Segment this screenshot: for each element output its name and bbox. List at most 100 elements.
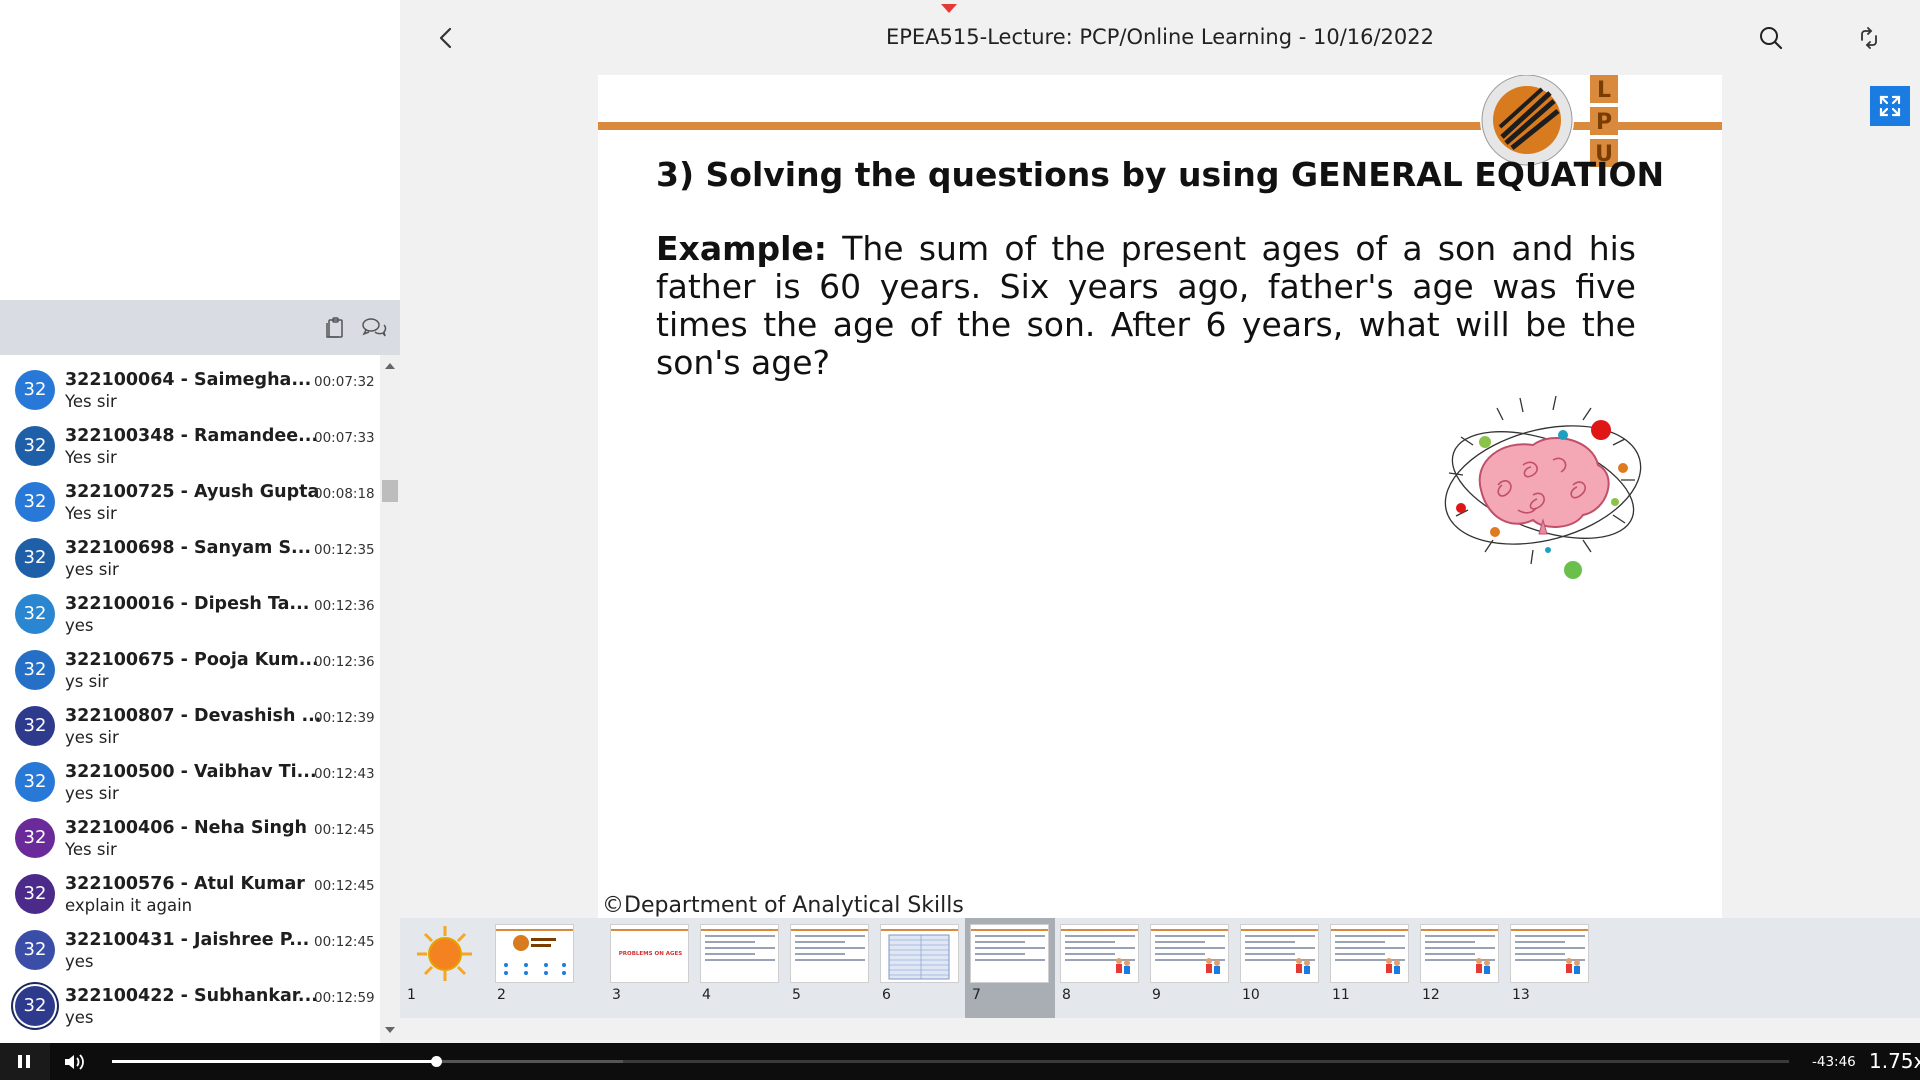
chat-message-text: Yes sir [65, 504, 117, 523]
chat-message-text: yes [65, 952, 94, 971]
seek-handle[interactable] [430, 1056, 442, 1067]
thumbnail-number: 6 [882, 987, 891, 1003]
chat-sender-name: 322100576 - Atul Kumar [65, 874, 305, 894]
chat-message-text: Yes sir [65, 840, 117, 859]
svg-text:P: P [1596, 110, 1612, 135]
chat-message: 32 322100576 - Atul Kumar 00:12:45 explain … [0, 871, 380, 927]
slide-thumbnail[interactable]: 11 [1325, 918, 1415, 1018]
slide-thumbnail[interactable]: 4 [695, 918, 785, 1018]
avatar: 32 [15, 986, 55, 1026]
thumbnail-image [700, 924, 779, 983]
chat-message-text: yes [65, 616, 94, 635]
slide-thumbnail[interactable]: 6 [875, 918, 965, 1018]
chat-timestamp: 00:12:59 [314, 990, 375, 1006]
rotate-icon [1861, 27, 1877, 49]
slide-footer: ©Department of Analytical Skills [602, 893, 964, 918]
slide-thumbnail[interactable]: 5 [785, 918, 875, 1018]
avatar: 32 [15, 874, 55, 914]
chat-scrollbar[interactable] [380, 355, 400, 1043]
fullscreen-button[interactable] [1870, 86, 1910, 126]
chat-message: 32 322100807 - Devashish ... 00:12:39 yes s… [0, 703, 380, 759]
chat-message: 32 322100016 - Dipesh Ta... 00:12:36 yes [0, 591, 380, 647]
volume-icon [65, 1054, 84, 1070]
playback-speed[interactable]: 1.75x [1869, 1049, 1920, 1073]
avatar: 32 [15, 426, 55, 466]
slide-thumbnail[interactable]: 13 [1505, 918, 1595, 1018]
scroll-up-arrow[interactable] [385, 363, 395, 369]
slide-thumbnail[interactable]: 7 [965, 918, 1055, 1018]
media-player-bar: -43:46 1.75x [0, 1043, 1920, 1080]
chat-message: 32 322100698 - Sanyam S... 00:12:35 yes sir [0, 535, 380, 591]
thumbnail-image [1510, 924, 1589, 983]
notes-icon[interactable] [323, 316, 347, 340]
slide-thumbnail[interactable]: 2 [490, 918, 580, 1018]
slide-thumbnail[interactable]: PROBLEMS ON AGES 3 [605, 918, 695, 1018]
slide-example-text: Example: The sum of the present ages of … [656, 230, 1636, 382]
chat-message: 32 322100422 - Subhankar... 00:12:59 yes [0, 983, 380, 1039]
chat-message-text: Yes sir [65, 448, 117, 467]
thumbnail-image [1420, 924, 1499, 983]
volume-button[interactable] [62, 1051, 88, 1073]
chat-sender-name: 322100807 - Devashish ... [65, 706, 322, 726]
thumbnail-number: 10 [1242, 987, 1260, 1003]
avatar: 32 [15, 538, 55, 578]
svg-text:L: L [1597, 78, 1611, 103]
chat-timestamp: 00:12:45 [314, 934, 375, 950]
chat-sender-name: 322100064 - Saimegha... [65, 370, 312, 390]
chat-sender-name: 322100406 - Neha Singh [65, 818, 307, 838]
rotate-button[interactable] [1855, 24, 1883, 52]
avatar: 32 [15, 818, 55, 858]
slide-thumbnail-strip: 1 2 PROBLEMS ON AGES 3 4 5 6 7 8 9 10 11 12 13 [400, 918, 1920, 1018]
chat-message-text: yes sir [65, 784, 119, 803]
chat-sender-name: 322100698 - Sanyam S... [65, 538, 311, 558]
scroll-down-arrow[interactable] [385, 1027, 395, 1033]
chat-timestamp: 00:07:33 [314, 430, 375, 446]
chat-message-text: yes sir [65, 560, 119, 579]
avatar: 32 [15, 930, 55, 970]
chat-timestamp: 00:12:36 [314, 654, 375, 670]
chat-message: 32 322100500 - Vaibhav Ti... 00:12:43 yes s… [0, 759, 380, 815]
slide-thumbnail[interactable]: 9 [1145, 918, 1235, 1018]
search-icon [1760, 27, 1783, 50]
thumbnail-image: PROBLEMS ON AGES [610, 924, 689, 983]
chat-timestamp: 00:07:32 [314, 374, 375, 390]
thumbnail-image [495, 924, 574, 983]
chat-timestamp: 00:12:45 [314, 878, 375, 894]
seek-bar[interactable] [112, 1056, 1789, 1067]
avatar: 32 [15, 370, 55, 410]
left-panel: 32 322100064 - Saimegha... 00:07:32 Yes sir… [0, 0, 400, 1043]
chat-sender-name: 322100725 - Ayush Gupta [65, 482, 320, 502]
thumbnail-number: 9 [1152, 987, 1161, 1003]
chat-sender-name: 322100422 - Subhankar... [65, 986, 318, 1006]
thumbnail-image [1330, 924, 1409, 983]
chat-timestamp: 00:12:39 [314, 710, 375, 726]
slide-thumbnail[interactable]: 8 [1055, 918, 1145, 1018]
current-slide: L P U 3) Solving the questions by using … [598, 75, 1722, 918]
chat-timestamp: 00:08:18 [314, 486, 375, 502]
pause-icon [18, 1055, 30, 1068]
chat-message: 32 322100725 - Ayush Gupta 00:08:18 Yes sir [0, 479, 380, 535]
brain-illustration [1444, 395, 1642, 579]
lecture-title: EPEA515-Lecture: PCP/Online Learning - 1… [885, 25, 1435, 49]
scrollbar-thumb[interactable] [382, 480, 398, 502]
search-button[interactable] [1757, 24, 1785, 52]
avatar: 32 [15, 594, 55, 634]
chat-icon[interactable] [361, 316, 387, 340]
thumbnail-number: 1 [407, 987, 416, 1003]
thumbnail-image [1060, 924, 1139, 983]
position-marker [941, 4, 957, 13]
slide-thumbnail[interactable]: 1 [400, 918, 490, 1018]
chat-message: 32 322100348 - Ramandee... 00:07:33 Yes sir [0, 423, 380, 479]
thumbnail-image [790, 924, 869, 983]
slide-title: 3) Solving the questions by using GENERA… [656, 155, 1665, 194]
thumbnail-image [970, 924, 1049, 983]
thumbnail-number: 8 [1062, 987, 1071, 1003]
sun-icon [417, 926, 472, 981]
slide-thumbnail[interactable]: 10 [1235, 918, 1325, 1018]
slide-thumbnail[interactable]: 12 [1415, 918, 1505, 1018]
chat-message-list[interactable]: 32 322100064 - Saimegha... 00:07:32 Yes sir… [0, 355, 380, 1043]
chat-timestamp: 00:12:45 [314, 822, 375, 838]
pause-button[interactable] [0, 1043, 50, 1080]
avatar: 32 [15, 482, 55, 522]
thumbnail-image [880, 924, 959, 983]
